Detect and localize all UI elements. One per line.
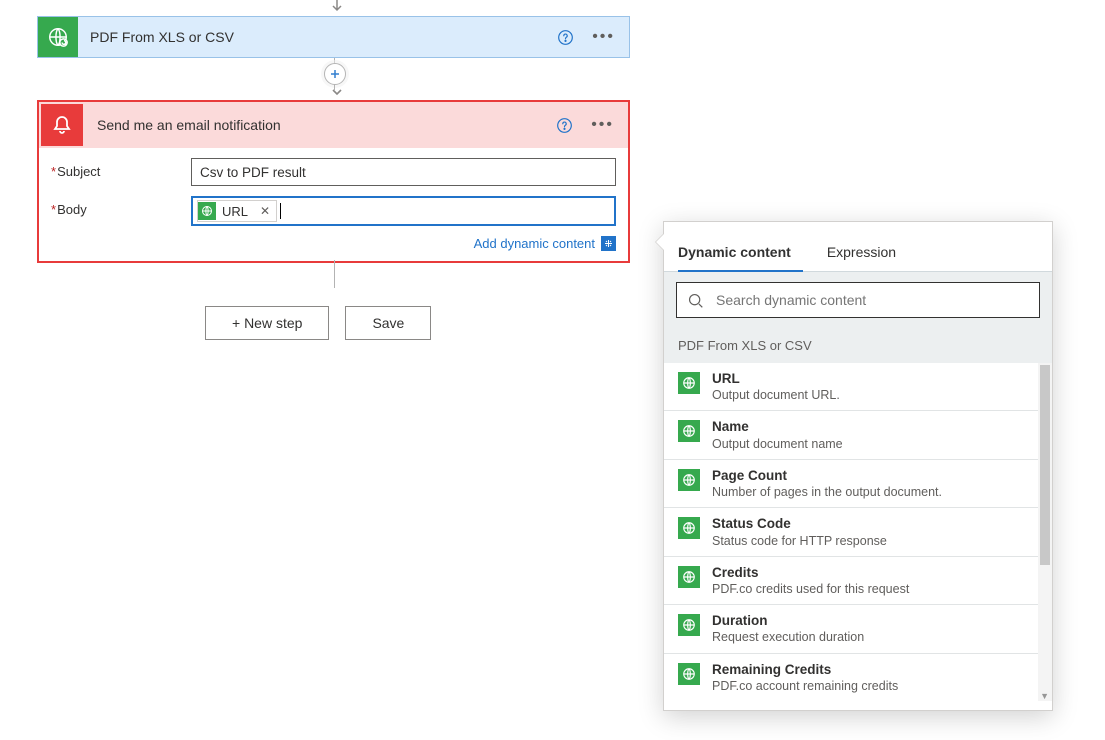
dynamic-item-desc: PDF.co credits used for this request (712, 581, 909, 597)
help-icon[interactable] (556, 117, 573, 134)
body-input[interactable]: URL ✕ (191, 196, 616, 226)
step-title: PDF From XLS or CSV (78, 29, 557, 45)
search-input-wrapper[interactable] (676, 282, 1040, 318)
globe-icon (678, 614, 700, 636)
dynamic-content-item[interactable]: Page CountNumber of pages in the output … (664, 460, 1052, 508)
add-step-between-button[interactable] (324, 63, 346, 85)
add-dynamic-content-icon[interactable] (601, 236, 616, 251)
globe-icon (678, 663, 700, 685)
search-icon (687, 292, 704, 309)
help-icon[interactable] (557, 29, 574, 46)
add-dynamic-content-link[interactable]: Add dynamic content (474, 236, 595, 251)
globe-icon (678, 469, 700, 491)
tab-expression[interactable]: Expression (827, 232, 908, 271)
dynamic-item-name: Credits (712, 565, 909, 581)
popup-callout-arrow (656, 234, 664, 250)
globe-icon (678, 566, 700, 588)
dynamic-token-url[interactable]: URL ✕ (197, 200, 277, 222)
dynamic-item-name: Page Count (712, 468, 942, 484)
dynamic-item-name: Name (712, 419, 843, 435)
dynamic-item-desc: PDF.co account remaining credits (712, 678, 898, 694)
globe-icon (38, 17, 78, 57)
step-pdf-from-xls[interactable]: PDF From XLS or CSV ••• (37, 16, 630, 58)
connector-line (334, 260, 335, 288)
subject-input[interactable] (191, 158, 616, 186)
globe-icon (678, 372, 700, 394)
globe-icon (678, 420, 700, 442)
dynamic-content-item[interactable]: CreditsPDF.co credits used for this requ… (664, 557, 1052, 605)
dynamic-item-desc: Status code for HTTP response (712, 533, 887, 549)
scrollbar-thumb[interactable] (1040, 365, 1050, 565)
dynamic-content-item[interactable]: URLOutput document URL. (664, 363, 1052, 411)
tab-dynamic-content[interactable]: Dynamic content (678, 232, 803, 272)
dynamic-content-item[interactable]: Remaining CreditsPDF.co account remainin… (664, 654, 1052, 701)
scroll-down-icon[interactable]: ▼ (1040, 691, 1049, 701)
step-send-email-notification: Send me an email notification ••• *Subje… (37, 100, 630, 263)
search-input[interactable] (714, 291, 1029, 309)
dynamic-content-item[interactable]: NameOutput document name (664, 411, 1052, 459)
scrollbar[interactable]: ▲ ▼ (1038, 363, 1052, 701)
dynamic-item-name: Duration (712, 613, 864, 629)
save-button[interactable]: Save (345, 306, 431, 340)
globe-icon (198, 202, 216, 220)
dynamic-item-desc: Request execution duration (712, 629, 864, 645)
body-label: *Body (51, 196, 191, 217)
token-remove-icon[interactable]: ✕ (254, 204, 276, 218)
new-step-button[interactable]: + New step (205, 306, 329, 340)
connector-arrow-icon (330, 86, 340, 100)
connector-arrow-icon (330, 0, 340, 14)
step-title: Send me an email notification (85, 117, 556, 133)
dynamic-item-desc: Number of pages in the output document. (712, 484, 942, 500)
subject-label: *Subject (51, 158, 191, 179)
dynamic-content-item[interactable]: Status CodeStatus code for HTTP response (664, 508, 1052, 556)
dynamic-content-item[interactable]: DurationRequest execution duration (664, 605, 1052, 653)
token-label: URL (222, 204, 254, 219)
globe-icon (678, 517, 700, 539)
dynamic-item-desc: Output document name (712, 436, 843, 452)
more-menu-icon[interactable]: ••• (592, 28, 615, 46)
dynamic-content-popup: Dynamic content Expression PDF From XLS … (663, 221, 1053, 711)
more-menu-icon[interactable]: ••• (591, 116, 614, 134)
text-cursor (280, 203, 281, 219)
bell-icon (41, 104, 83, 146)
dynamic-item-name: URL (712, 371, 840, 387)
step-header[interactable]: Send me an email notification ••• (39, 102, 628, 148)
dynamic-item-desc: Output document URL. (712, 387, 840, 403)
dynamic-item-name: Status Code (712, 516, 887, 532)
dynamic-item-name: Remaining Credits (712, 662, 898, 678)
dynamic-group-header: PDF From XLS or CSV (664, 328, 1052, 363)
